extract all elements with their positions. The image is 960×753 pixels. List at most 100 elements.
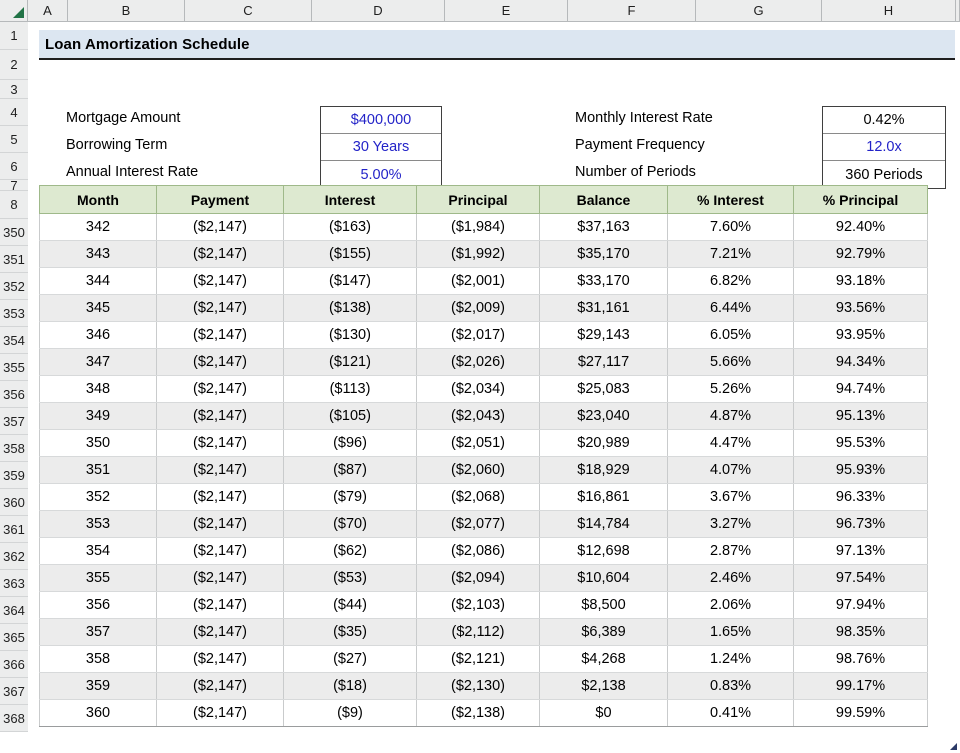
row-header-5[interactable]: 5 xyxy=(0,126,28,153)
table-cell[interactable]: 7.60% xyxy=(668,214,794,241)
table-cell[interactable]: $29,143 xyxy=(540,322,668,349)
row-header-367[interactable]: 367 xyxy=(0,678,28,705)
input-borrowing-term[interactable]: 30 Years xyxy=(321,134,441,161)
column-header-h[interactable]: H xyxy=(822,0,956,21)
table-cell[interactable]: ($2,026) xyxy=(417,349,540,376)
table-cell[interactable]: ($2,147) xyxy=(157,700,284,727)
table-cell[interactable]: $18,929 xyxy=(540,457,668,484)
row-header-352[interactable]: 352 xyxy=(0,273,28,300)
table-cell[interactable]: ($2,147) xyxy=(157,484,284,511)
row-header-357[interactable]: 357 xyxy=(0,408,28,435)
table-cell[interactable]: ($130) xyxy=(284,322,417,349)
row-header-356[interactable]: 356 xyxy=(0,381,28,408)
table-cell[interactable]: 95.93% xyxy=(794,457,928,484)
table-cell[interactable]: 353 xyxy=(40,511,157,538)
table-cell[interactable]: ($113) xyxy=(284,376,417,403)
table-cell[interactable]: 355 xyxy=(40,565,157,592)
column-header-g[interactable]: G xyxy=(696,0,822,21)
table-cell[interactable]: ($1,992) xyxy=(417,241,540,268)
table-cell[interactable]: $37,163 xyxy=(540,214,668,241)
table-cell[interactable]: 94.74% xyxy=(794,376,928,403)
row-header-365[interactable]: 365 xyxy=(0,624,28,651)
table-cell[interactable]: ($2,147) xyxy=(157,403,284,430)
table-cell[interactable]: 99.59% xyxy=(794,700,928,727)
table-cell[interactable]: ($2,001) xyxy=(417,268,540,295)
table-cell[interactable]: 6.44% xyxy=(668,295,794,322)
table-cell[interactable]: $25,083 xyxy=(540,376,668,403)
table-cell[interactable]: ($62) xyxy=(284,538,417,565)
row-header-363[interactable]: 363 xyxy=(0,570,28,597)
table-cell[interactable]: 97.94% xyxy=(794,592,928,619)
row-header-368[interactable]: 368 xyxy=(0,705,28,732)
table-cell[interactable]: ($2,086) xyxy=(417,538,540,565)
table-cell[interactable]: 95.13% xyxy=(794,403,928,430)
table-cell[interactable]: ($2,068) xyxy=(417,484,540,511)
row-header-362[interactable]: 362 xyxy=(0,543,28,570)
table-cell[interactable]: 0.83% xyxy=(668,673,794,700)
table-cell[interactable]: $4,268 xyxy=(540,646,668,673)
row-header-7[interactable]: 7 xyxy=(0,180,28,191)
table-cell[interactable]: ($2,130) xyxy=(417,673,540,700)
table-cell[interactable]: $10,604 xyxy=(540,565,668,592)
row-header-351[interactable]: 351 xyxy=(0,246,28,273)
table-cell[interactable]: 350 xyxy=(40,430,157,457)
table-cell[interactable]: $2,138 xyxy=(540,673,668,700)
table-cell[interactable]: ($2,138) xyxy=(417,700,540,727)
row-header-366[interactable]: 366 xyxy=(0,651,28,678)
table-cell[interactable]: $12,698 xyxy=(540,538,668,565)
table-cell[interactable]: 356 xyxy=(40,592,157,619)
table-cell[interactable]: $16,861 xyxy=(540,484,668,511)
table-cell[interactable]: $27,117 xyxy=(540,349,668,376)
table-cell[interactable]: $23,040 xyxy=(540,403,668,430)
table-cell[interactable]: 93.56% xyxy=(794,295,928,322)
table-cell[interactable]: 92.79% xyxy=(794,241,928,268)
table-cell[interactable]: ($2,147) xyxy=(157,322,284,349)
column-header-c[interactable]: C xyxy=(185,0,312,21)
table-cell[interactable]: 95.53% xyxy=(794,430,928,457)
table-cell[interactable]: 1.65% xyxy=(668,619,794,646)
table-cell[interactable]: 6.05% xyxy=(668,322,794,349)
table-cell[interactable]: $35,170 xyxy=(540,241,668,268)
table-cell[interactable]: 7.21% xyxy=(668,241,794,268)
input-payment-frequency[interactable]: 12.0x xyxy=(823,134,945,161)
row-header-355[interactable]: 355 xyxy=(0,354,28,381)
table-cell[interactable]: 4.87% xyxy=(668,403,794,430)
table-cell[interactable]: 98.76% xyxy=(794,646,928,673)
table-cell[interactable]: $31,161 xyxy=(540,295,668,322)
table-cell[interactable]: $6,389 xyxy=(540,619,668,646)
table-cell[interactable]: 96.73% xyxy=(794,511,928,538)
table-cell[interactable]: ($2,051) xyxy=(417,430,540,457)
table-cell[interactable]: 342 xyxy=(40,214,157,241)
table-cell[interactable]: ($2,034) xyxy=(417,376,540,403)
table-cell[interactable]: ($2,060) xyxy=(417,457,540,484)
table-cell[interactable]: ($2,147) xyxy=(157,457,284,484)
table-cell[interactable]: 345 xyxy=(40,295,157,322)
table-cell[interactable]: 347 xyxy=(40,349,157,376)
table-cell[interactable]: 97.54% xyxy=(794,565,928,592)
table-cell[interactable]: ($2,147) xyxy=(157,592,284,619)
table-cell[interactable]: ($155) xyxy=(284,241,417,268)
table-cell[interactable]: ($121) xyxy=(284,349,417,376)
column-header-d[interactable]: D xyxy=(312,0,445,21)
table-cell[interactable]: ($2,112) xyxy=(417,619,540,646)
table-cell[interactable]: 348 xyxy=(40,376,157,403)
table-cell[interactable]: 357 xyxy=(40,619,157,646)
table-cell[interactable]: 6.82% xyxy=(668,268,794,295)
column-header-f[interactable]: F xyxy=(568,0,696,21)
table-cell[interactable]: ($2,147) xyxy=(157,241,284,268)
table-cell[interactable]: ($79) xyxy=(284,484,417,511)
input-annual-interest-rate[interactable]: 5.00% xyxy=(321,161,441,188)
table-cell[interactable]: 343 xyxy=(40,241,157,268)
row-header-2[interactable]: 2 xyxy=(0,50,28,80)
column-header-e[interactable]: E xyxy=(445,0,568,21)
table-cell[interactable]: 352 xyxy=(40,484,157,511)
table-cell[interactable]: $14,784 xyxy=(540,511,668,538)
table-cell[interactable]: ($9) xyxy=(284,700,417,727)
table-cell[interactable]: ($2,147) xyxy=(157,214,284,241)
table-cell[interactable]: ($2,147) xyxy=(157,430,284,457)
row-header-350[interactable]: 350 xyxy=(0,219,28,246)
table-cell[interactable]: 4.47% xyxy=(668,430,794,457)
table-cell[interactable]: 5.66% xyxy=(668,349,794,376)
table-cell[interactable]: $8,500 xyxy=(540,592,668,619)
table-cell[interactable]: 94.34% xyxy=(794,349,928,376)
